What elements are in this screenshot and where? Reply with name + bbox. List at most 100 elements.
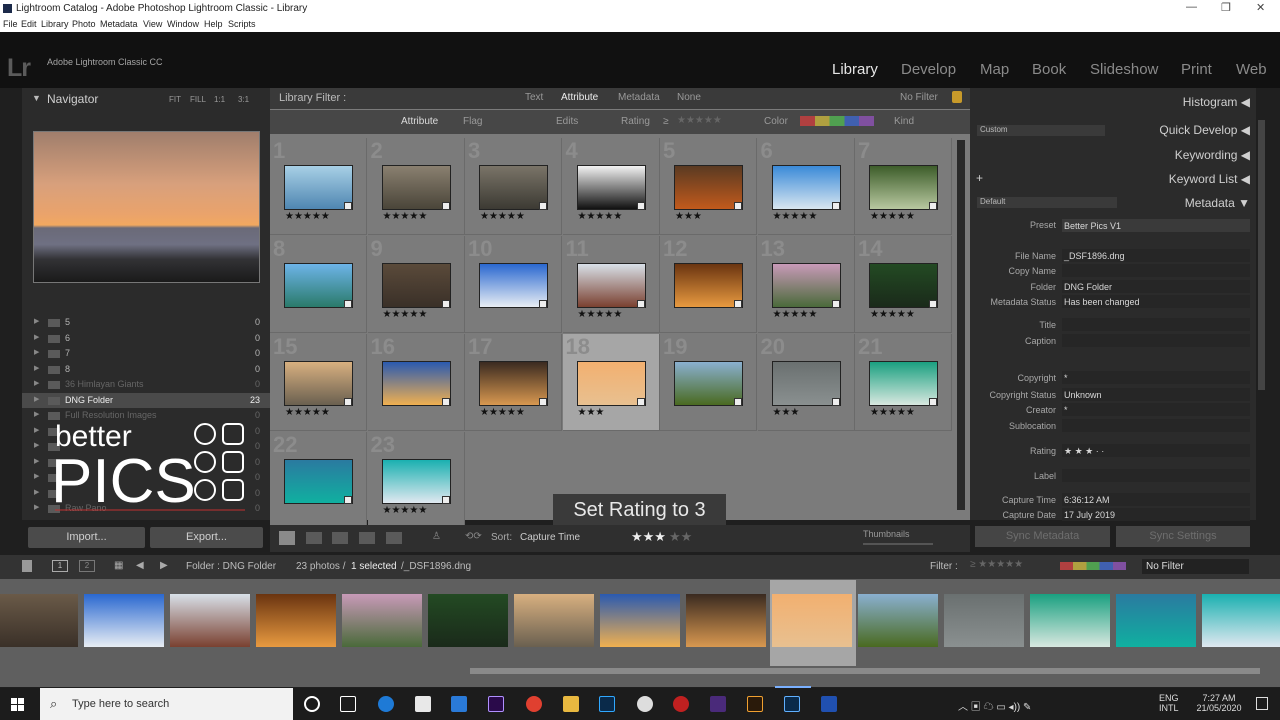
filmstrip-image[interactable]	[772, 594, 852, 647]
filter-preset[interactable]: No Filter	[900, 92, 938, 103]
page-2-button[interactable]: 2	[79, 560, 95, 572]
cell-rating[interactable]: ★★★	[675, 211, 702, 222]
right-panel-scrollbar[interactable]	[1258, 120, 1265, 390]
disclosure-arrow-icon[interactable]: ▶	[34, 364, 39, 372]
grid-cell[interactable]: 15 ★★★★★	[270, 334, 367, 431]
grid-cell[interactable]: 20 ★★★	[757, 334, 855, 431]
sync-metadata-button[interactable]: Sync Metadata	[975, 526, 1110, 547]
filmstrip-image[interactable]	[0, 594, 78, 647]
module-book[interactable]: Book	[1032, 61, 1066, 78]
module-library[interactable]: Library	[832, 61, 878, 78]
tray-icons[interactable]: ︿ ▣ ☁ ▭ ◂)) ✎	[958, 698, 1031, 713]
file-explorer-icon[interactable]	[563, 696, 579, 712]
folder-item[interactable]: ▶ 7 0	[22, 346, 270, 361]
metadata-field-box[interactable]	[1062, 334, 1250, 347]
filter-tab-none[interactable]: None	[677, 92, 701, 103]
photo-thumbnail[interactable]	[674, 263, 743, 308]
menu-window[interactable]: Window	[167, 19, 199, 29]
filmstrip-source[interactable]: Folder : DNG Folder	[186, 561, 276, 572]
people-view-icon[interactable]	[386, 532, 402, 544]
filter-tab-text[interactable]: Text	[525, 92, 543, 103]
grid-cell[interactable]: 8	[270, 236, 367, 333]
filmstrip-thumb[interactable]	[684, 580, 770, 666]
import-button[interactable]: Import...	[28, 527, 145, 548]
photo-thumbnail[interactable]	[381, 263, 451, 308]
navigator-title[interactable]: Navigator	[47, 92, 98, 106]
grid-cell[interactable]: 23 ★★★★★	[367, 432, 465, 529]
grid-cell[interactable]: 13 ★★★★★	[757, 236, 855, 333]
photoshop-icon[interactable]	[599, 696, 615, 712]
cell-rating[interactable]: ★★★★★	[870, 407, 915, 418]
filmstrip-image[interactable]	[256, 594, 336, 647]
histogram-header[interactable]: Histogram ◀	[1183, 95, 1250, 109]
lock-icon[interactable]	[952, 91, 962, 103]
navigator-preview[interactable]	[33, 131, 260, 283]
disclosure-arrow-icon[interactable]: ▶	[34, 426, 39, 434]
grid-cell[interactable]: 4 ★★★★★	[562, 138, 660, 235]
cell-rating[interactable]: ★★★	[578, 407, 605, 418]
bridge-icon[interactable]	[747, 696, 763, 712]
zoom-1-1[interactable]: 1:1	[214, 95, 225, 104]
visual-studio-icon[interactable]	[710, 696, 726, 712]
cell-rating[interactable]: ★★★★★	[870, 211, 915, 222]
metadata-field-box[interactable]	[1062, 264, 1250, 277]
survey-view-icon[interactable]	[359, 532, 375, 544]
cell-rating[interactable]: ★★★★★	[578, 309, 623, 320]
photo-thumbnail[interactable]	[576, 165, 646, 210]
filmstrip-thumb[interactable]	[168, 580, 254, 666]
filmstrip-image[interactable]	[858, 594, 938, 647]
menu-metadata[interactable]: Metadata	[100, 19, 138, 29]
task-view-icon[interactable]	[340, 696, 356, 712]
grid-cell[interactable]: 11 ★★★★★	[562, 236, 660, 333]
filmstrip-image[interactable]	[944, 594, 1024, 647]
module-slideshow[interactable]: Slideshow	[1090, 61, 1158, 78]
photo-thumbnail[interactable]	[771, 361, 841, 406]
filmstrip-color-filter[interactable]	[1060, 562, 1126, 570]
photo-thumbnail[interactable]	[479, 263, 548, 308]
toolbar-rating-stars[interactable]: ★★★	[631, 529, 666, 545]
compare-view-icon[interactable]	[332, 532, 348, 544]
sync-settings-button[interactable]: Sync Settings	[1116, 526, 1250, 547]
cell-rating[interactable]: ★★★★★	[870, 309, 915, 320]
rating-operator[interactable]: ≥	[663, 116, 669, 127]
filmstrip-thumb[interactable]	[82, 580, 168, 666]
filmstrip-thumb[interactable]	[512, 580, 598, 666]
photo-thumbnail[interactable]	[869, 165, 938, 210]
grid-cell[interactable]: 6 ★★★★★	[757, 138, 855, 235]
grid-cell[interactable]: 1 ★★★★★	[270, 138, 367, 235]
photo-thumbnail[interactable]	[479, 165, 548, 210]
filmstrip-image[interactable]	[428, 594, 508, 647]
word-icon[interactable]	[821, 696, 837, 712]
folder-item[interactable]: ▶ 5 0	[22, 315, 270, 330]
grid-cell[interactable]: 7 ★★★★★	[855, 138, 952, 235]
store-icon[interactable]	[415, 696, 431, 712]
disclosure-arrow-icon[interactable]: ▶	[34, 472, 39, 480]
folder-item[interactable]: ▶ 36 Himlayan Giants 0	[22, 377, 270, 392]
folder-item[interactable]: ▶ 8 0	[22, 362, 270, 377]
navigator-toggle-icon[interactable]: ▼	[32, 93, 41, 103]
filter-tab-attribute[interactable]: Attribute	[561, 92, 598, 103]
menu-photo[interactable]: Photo	[72, 19, 96, 29]
grid-cell[interactable]: 19	[660, 334, 757, 431]
filmstrip-rating-filter[interactable]: ≥ ★★★★★	[970, 559, 1023, 570]
filmstrip-thumb[interactable]	[254, 580, 340, 666]
photo-thumbnail[interactable]	[284, 263, 353, 308]
metadata-field-box[interactable]	[1062, 419, 1250, 432]
photo-thumbnail[interactable]	[674, 165, 743, 210]
back-arrow-icon[interactable]: ◀	[136, 560, 144, 571]
notification-icon[interactable]	[1256, 697, 1268, 710]
cell-rating[interactable]: ★★★★★	[773, 309, 818, 320]
folder-item[interactable]: ▶ DNG Folder 23	[22, 392, 270, 408]
filmstrip-image[interactable]	[514, 594, 594, 647]
module-map[interactable]: Map	[980, 61, 1009, 78]
disclosure-arrow-icon[interactable]: ▶	[34, 379, 39, 387]
clock[interactable]: 7:27 AM 21/05/2020	[1195, 693, 1243, 713]
disclosure-arrow-icon[interactable]: ▶	[34, 395, 39, 403]
metadata-field-box[interactable]	[1062, 403, 1250, 416]
module-web[interactable]: Web	[1236, 61, 1267, 78]
menu-scripts[interactable]: Scripts	[228, 19, 256, 29]
rotate-icon[interactable]: ⟲⟳	[465, 531, 482, 542]
module-develop[interactable]: Develop	[901, 61, 956, 78]
filmstrip-scrollbar[interactable]	[470, 668, 1260, 674]
filmstrip-thumb[interactable]	[942, 580, 1028, 666]
